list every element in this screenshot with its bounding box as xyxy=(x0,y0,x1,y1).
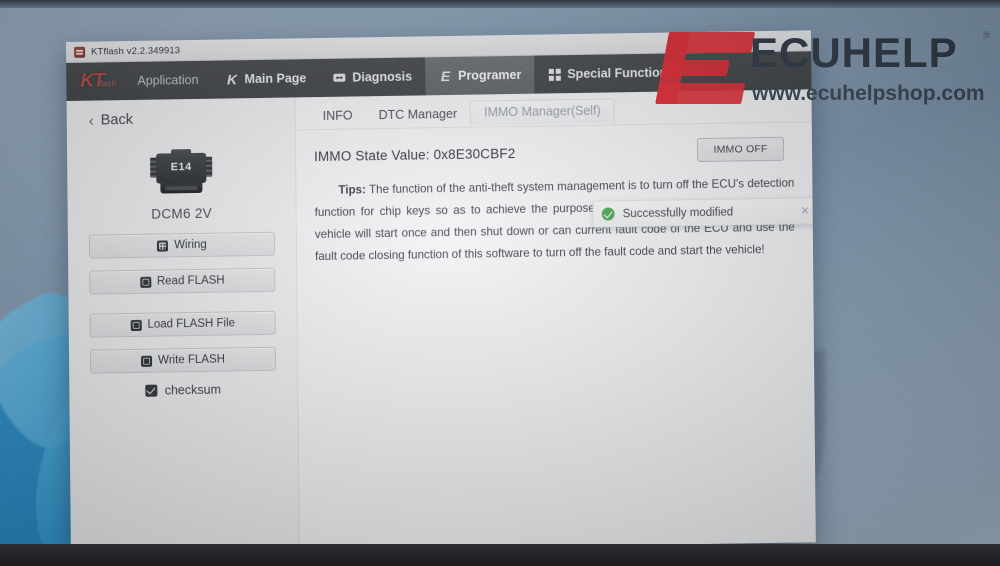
nav-item-application[interactable]: Application xyxy=(124,61,212,100)
left-sidebar: ‹ Back E14 DCM6 2V Wiring Read FLASH Loa… xyxy=(66,97,300,554)
brand-logo: KTflash xyxy=(66,62,124,101)
nav-item-label: Special Function xyxy=(567,65,668,82)
nav-item-main-page[interactable]: K Main Page xyxy=(211,59,319,99)
wiring-button-label: Wiring xyxy=(174,238,207,252)
nav-item-diagnosis[interactable]: Diagnosis xyxy=(319,57,425,97)
load-flash-file-button-label: Load FLASH File xyxy=(147,317,236,331)
immo-state-value: IMMO State Value: 0x8E30CBF2 xyxy=(314,145,516,164)
folder-icon xyxy=(130,319,142,331)
ecu-chip-icon: E14 xyxy=(150,149,212,200)
diagnosis-icon xyxy=(332,70,347,85)
ecu-model-name: DCM6 2V xyxy=(151,205,213,222)
brand-logo-subtext: flash xyxy=(97,79,117,89)
ecu-chip-label: E14 xyxy=(170,161,192,174)
success-toast: Successfully modified ✕ xyxy=(592,197,816,228)
immo-state-row: IMMO State Value: 0x8E30CBF2 IMMO OFF xyxy=(296,122,812,168)
ktflash-application-window: KTflash v2.2.349913 KTflash Application … xyxy=(66,30,816,554)
tab-info[interactable]: INFO xyxy=(310,104,366,129)
immo-off-button[interactable]: IMMO OFF xyxy=(696,136,785,163)
window-title: KTflash v2.2.349913 xyxy=(91,44,181,58)
e-logo-icon: E xyxy=(440,67,451,85)
nav-item-label: Main Page xyxy=(244,71,307,87)
close-icon[interactable]: ✕ xyxy=(800,204,809,217)
write-icon xyxy=(141,355,153,367)
nav-item-label: Programer xyxy=(458,67,522,83)
main-content-panel: INFO DTC Manager IMMO Manager(Self) IMMO… xyxy=(295,89,816,552)
checksum-checkbox[interactable] xyxy=(145,384,158,397)
toast-message: Successfully modified xyxy=(622,206,734,220)
tab-label: IMMO Manager(Self) xyxy=(483,103,601,120)
checksum-label: checksum xyxy=(164,382,222,398)
nav-item-special-function[interactable]: Special Function xyxy=(534,53,680,93)
grid-icon xyxy=(157,239,169,252)
read-flash-button[interactable]: Read FLASH xyxy=(89,267,276,295)
chevron-left-icon: ‹ xyxy=(88,112,94,130)
wiring-button[interactable]: Wiring xyxy=(88,231,276,259)
back-button[interactable]: ‹ Back xyxy=(89,112,133,129)
monitor-photo-background: KTflash v2.2.349913 KTflash Application … xyxy=(0,0,1000,566)
tips-label: Tips: xyxy=(338,183,366,197)
success-check-icon xyxy=(601,207,615,221)
back-button-label: Back xyxy=(100,111,134,129)
write-flash-button-label: Write FLASH xyxy=(158,353,226,367)
read-icon xyxy=(139,276,151,288)
tab-label: INFO xyxy=(322,108,353,123)
k-logo-icon: K xyxy=(226,71,238,88)
tab-immo-manager-self[interactable]: IMMO Manager(Self) xyxy=(469,98,615,127)
nav-item-label: Application xyxy=(137,72,199,88)
registered-trademark-symbol: ® xyxy=(983,30,990,40)
nav-item-label: Diagnosis xyxy=(352,69,413,85)
read-flash-button-label: Read FLASH xyxy=(156,274,225,288)
tab-label: DTC Manager xyxy=(378,106,458,123)
load-flash-file-button[interactable]: Load FLASH File xyxy=(89,310,276,338)
grid-icon xyxy=(547,67,562,82)
monitor-bezel-top xyxy=(0,0,1000,8)
checksum-checkbox-row[interactable]: checksum xyxy=(145,382,222,398)
immo-off-button-label: IMMO OFF xyxy=(713,142,768,156)
monitor-bezel-bottom xyxy=(0,544,1000,566)
app-icon xyxy=(74,46,86,58)
application-body: ‹ Back E14 DCM6 2V Wiring Read FLASH Loa… xyxy=(66,89,816,554)
write-flash-button[interactable]: Write FLASH xyxy=(89,346,277,374)
nav-item-programer[interactable]: E Programer xyxy=(424,55,535,96)
tab-dtc-manager[interactable]: DTC Manager xyxy=(365,103,470,129)
